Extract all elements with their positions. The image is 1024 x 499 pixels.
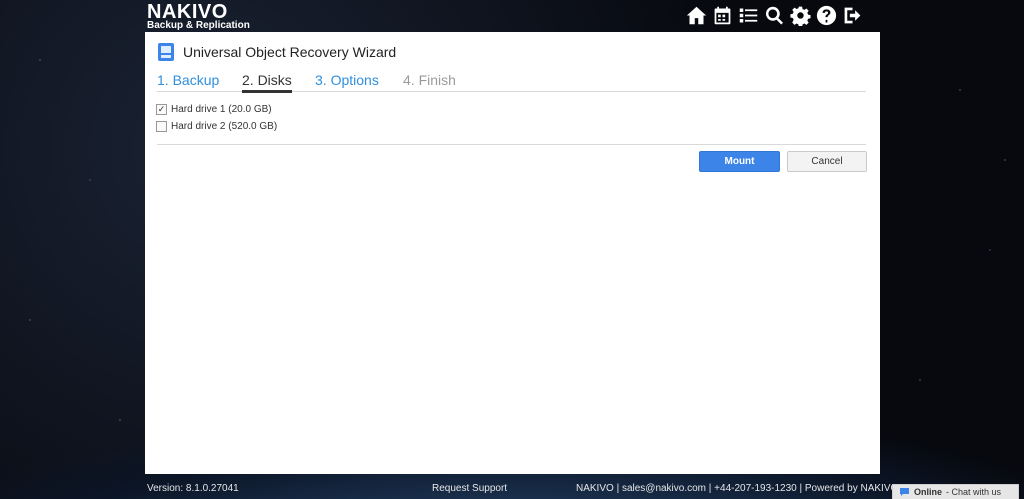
chat-bubble-icon <box>900 488 909 496</box>
step-disks[interactable]: 2. Disks <box>242 72 292 93</box>
top-navigation <box>685 4 863 26</box>
chat-widget[interactable]: Online - Chat with us <box>892 484 1019 499</box>
object-recovery-icon <box>158 43 174 61</box>
request-support-link[interactable]: Request Support <box>432 483 507 494</box>
disk-label: Hard drive 2 (520.0 GB) <box>171 121 278 132</box>
disk-item: ✓ Hard drive 1 (20.0 GB) <box>156 104 272 115</box>
cancel-button[interactable]: Cancel <box>787 151 867 172</box>
step-backup[interactable]: 1. Backup <box>157 72 219 90</box>
divider <box>157 144 866 145</box>
logo-text: NAKIVO <box>147 1 228 23</box>
list-icon[interactable] <box>737 4 759 26</box>
help-icon[interactable] <box>815 4 837 26</box>
calendar-icon[interactable] <box>711 4 733 26</box>
wizard-steps: 1. Backup 2. Disks 3. Options 4. Finish <box>157 72 866 93</box>
chat-status: Online <box>914 487 943 497</box>
chat-label: - Chat with us <box>946 487 1002 497</box>
home-icon[interactable] <box>685 4 707 26</box>
version-text: Version: 8.1.0.27041 <box>147 483 239 494</box>
mount-button[interactable]: Mount <box>699 151 780 172</box>
disk-label: Hard drive 1 (20.0 GB) <box>171 104 272 115</box>
company-contact: NAKIVO | sales@nakivo.com | +44-207-193-… <box>576 483 899 494</box>
nakivo-logo[interactable]: NAKIVO Backup & Replication <box>147 2 250 31</box>
logout-icon[interactable] <box>841 4 863 26</box>
search-icon[interactable] <box>763 4 785 26</box>
step-options[interactable]: 3. Options <box>315 72 379 90</box>
gear-icon[interactable] <box>789 4 811 26</box>
disk-1-checkbox[interactable]: ✓ <box>156 104 167 115</box>
logo-tagline: Backup & Replication <box>147 20 250 31</box>
disk-item: Hard drive 2 (520.0 GB) <box>156 121 277 132</box>
wizard-header: Universal Object Recovery Wizard <box>157 42 396 62</box>
wizard-title: Universal Object Recovery Wizard <box>183 44 397 60</box>
wizard-panel: Universal Object Recovery Wizard 1. Back… <box>145 32 880 474</box>
step-finish: 4. Finish <box>403 72 456 88</box>
disk-2-checkbox[interactable] <box>156 121 167 132</box>
